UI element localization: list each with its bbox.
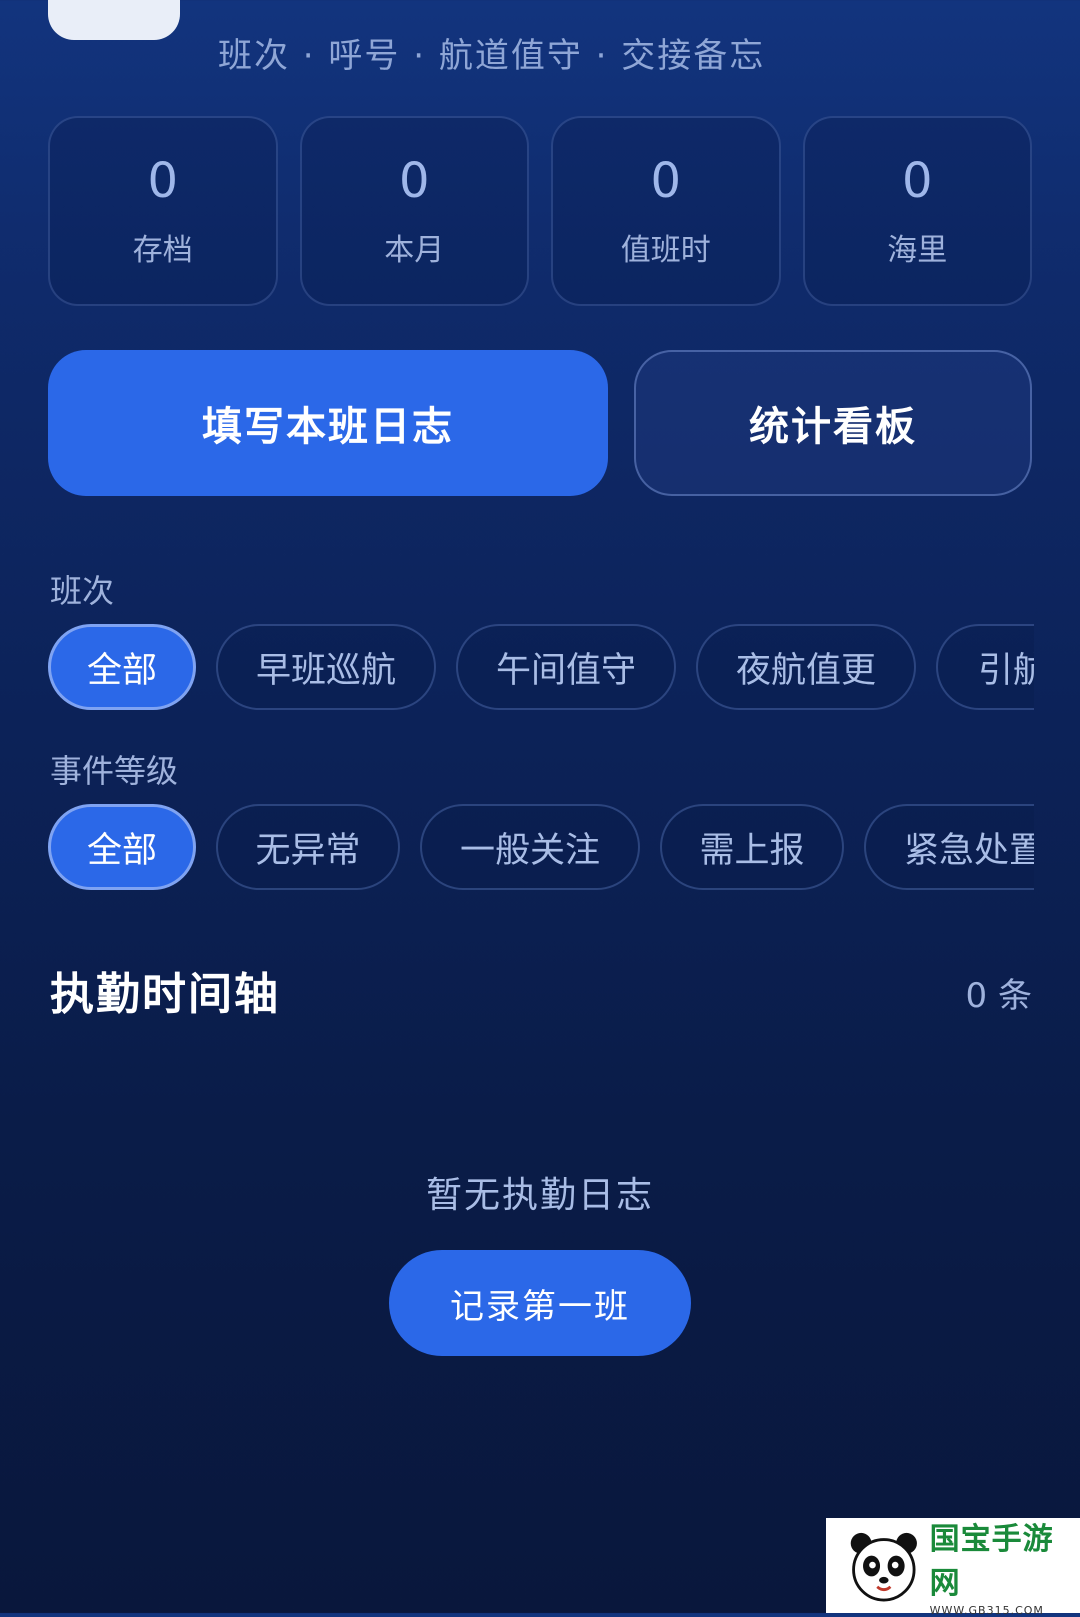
panda-logo-icon	[850, 1532, 917, 1601]
shift-filter-chips: 全部 早班巡航 午间值守 夜航值更 引航	[48, 624, 1034, 716]
timeline-count: 0 条	[965, 976, 1032, 1016]
watermark-site-name: 国宝手游网	[929, 1522, 1054, 1601]
stat-label: 本月	[384, 233, 445, 268]
shift-chip-pilotage[interactable]: 引航	[936, 624, 1034, 710]
record-first-shift-button[interactable]: 记录第一班	[389, 1250, 691, 1356]
write-shift-log-button[interactable]: 填写本班日志	[48, 350, 608, 496]
stat-label: 值班时	[620, 233, 711, 268]
app-logo-card	[48, 0, 180, 40]
stat-value: 0	[901, 153, 933, 209]
severity-chip-all[interactable]: 全部	[48, 804, 196, 890]
stat-card-archive[interactable]: 0 存档	[48, 116, 278, 306]
stat-label: 海里	[887, 233, 948, 268]
shift-chip-morning-cruise[interactable]: 早班巡航	[216, 624, 436, 710]
page-subtitle: 班次 · 呼号 · 航道值守 · 交接备忘	[218, 36, 766, 76]
severity-chip-general-attention[interactable]: 一般关注	[420, 804, 640, 890]
watermark-url: WWW.GB315.COM	[929, 1604, 1044, 1617]
shift-filter-label: 班次	[50, 572, 115, 610]
stat-value: 0	[650, 153, 682, 209]
timeline-title: 执勤时间轴	[50, 969, 280, 1020]
stats-row: 0 存档 0 本月 0 值班时 0 海里	[48, 116, 1032, 306]
severity-chip-report-required[interactable]: 需上报	[660, 804, 844, 890]
stats-dashboard-button[interactable]: 统计看板	[634, 350, 1032, 496]
stat-value: 0	[398, 153, 430, 209]
severity-filter-chips: 全部 无异常 一般关注 需上报 紧急处置	[48, 804, 1034, 896]
severity-chip-no-anomaly[interactable]: 无异常	[216, 804, 400, 890]
stat-card-month[interactable]: 0 本月	[299, 116, 529, 306]
site-watermark: 国宝手游网 WWW.GB315.COM	[826, 1518, 1080, 1617]
stat-card-duty-hours[interactable]: 0 值班时	[551, 116, 781, 306]
severity-chip-emergency[interactable]: 紧急处置	[864, 804, 1034, 890]
stat-value: 0	[147, 153, 179, 209]
shift-chip-all[interactable]: 全部	[48, 624, 196, 710]
shift-chip-night-watch[interactable]: 夜航值更	[696, 624, 916, 710]
empty-state-message: 暂无执勤日志	[425, 1175, 654, 1216]
stat-card-nautical-miles[interactable]: 0 海里	[802, 116, 1032, 306]
severity-filter-label: 事件等级	[50, 752, 179, 790]
stat-label: 存档	[132, 233, 193, 268]
shift-chip-noon-watch[interactable]: 午间值守	[456, 624, 676, 710]
